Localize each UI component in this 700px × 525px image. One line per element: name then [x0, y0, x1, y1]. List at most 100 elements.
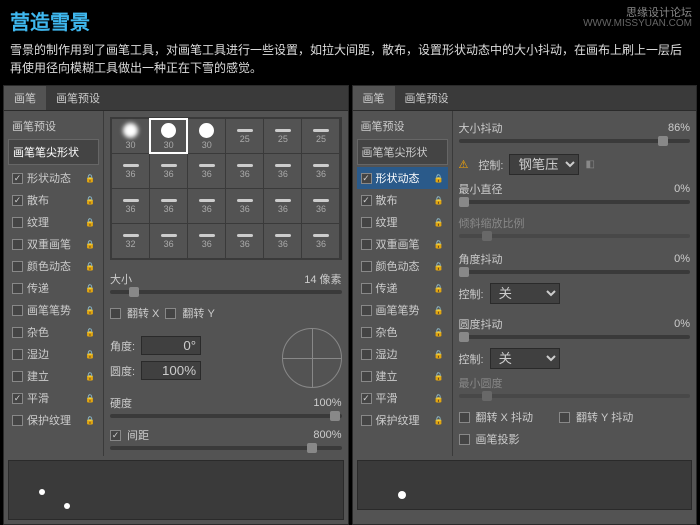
sidebar-pose[interactable]: 画笔笔势	[357, 299, 448, 321]
size-jitter-value[interactable]: 86%	[640, 122, 690, 134]
brush-cell[interactable]: 30	[112, 119, 149, 153]
checkbox-icon[interactable]	[12, 371, 23, 382]
brush-cell[interactable]: 36	[188, 189, 225, 223]
sidebar-shape[interactable]: 形状动态	[8, 167, 99, 189]
sidebar-texture[interactable]: 纹理	[8, 211, 99, 233]
brush-cell[interactable]: 25	[264, 119, 301, 153]
sidebar-shape[interactable]: 形状动态	[357, 167, 448, 189]
brush-cell[interactable]: 36	[150, 224, 187, 258]
angle-jitter-value[interactable]: 0%	[640, 253, 690, 265]
checkbox-icon[interactable]	[12, 393, 23, 404]
checkbox-icon[interactable]	[12, 239, 23, 250]
tab-preset[interactable]: 画笔预设	[46, 86, 110, 110]
control3-select[interactable]: 关	[490, 348, 560, 369]
brush-cell[interactable]: 36	[112, 189, 149, 223]
sidebar-dual[interactable]: 双重画笔	[8, 233, 99, 255]
spacing-value[interactable]: 800%	[292, 429, 342, 441]
roundness-jitter-slider[interactable]	[459, 335, 691, 339]
checkbox-icon[interactable]	[361, 305, 372, 316]
brush-cell[interactable]: 36	[302, 154, 339, 188]
checkbox-icon[interactable]	[361, 393, 372, 404]
hardness-slider[interactable]	[110, 414, 342, 418]
checkbox-icon[interactable]	[361, 283, 372, 294]
brush-cell[interactable]: 36	[226, 154, 263, 188]
brush-cell[interactable]: 36	[188, 224, 225, 258]
checkbox-icon[interactable]	[12, 261, 23, 272]
min-diameter-slider[interactable]	[459, 200, 691, 204]
min-roundness-slider[interactable]	[459, 394, 691, 398]
sidebar-color[interactable]: 颜色动态	[8, 255, 99, 277]
checkbox-icon[interactable]	[361, 217, 372, 228]
checkbox-icon[interactable]	[361, 349, 372, 360]
brush-cell[interactable]: 36	[264, 154, 301, 188]
checkbox-icon[interactable]	[361, 327, 372, 338]
brush-cell[interactable]: 36	[264, 224, 301, 258]
checkbox-icon[interactable]	[12, 195, 23, 206]
sidebar-protect[interactable]: 保护纹理	[8, 409, 99, 431]
sidebar-preset[interactable]: 画笔预设	[357, 115, 448, 137]
brush-cell[interactable]: 36	[302, 189, 339, 223]
brush-cell[interactable]: 32	[112, 224, 149, 258]
sidebar-texture[interactable]: 纹理	[357, 211, 448, 233]
sidebar-smooth[interactable]: 平滑	[8, 387, 99, 409]
tilt-slider[interactable]	[459, 234, 691, 238]
checkbox-icon[interactable]	[361, 371, 372, 382]
tab-preset[interactable]: 画笔预设	[395, 86, 459, 110]
roundness-jitter-value[interactable]: 0%	[640, 318, 690, 330]
sidebar-preset[interactable]: 画笔预设	[8, 115, 99, 137]
sidebar-transfer[interactable]: 传递	[357, 277, 448, 299]
size-value[interactable]: 14 像素	[292, 271, 342, 287]
control2-select[interactable]: 关	[490, 283, 560, 304]
angle-widget[interactable]	[282, 328, 342, 388]
sidebar-build[interactable]: 建立	[357, 365, 448, 387]
brush-cell[interactable]: 36	[188, 154, 225, 188]
spacing-slider[interactable]	[110, 446, 342, 450]
checkbox-icon[interactable]	[12, 173, 23, 184]
sidebar-misc[interactable]: 杂色	[8, 321, 99, 343]
sidebar-dual[interactable]: 双重画笔	[357, 233, 448, 255]
size-slider[interactable]	[110, 290, 342, 294]
checkbox-icon[interactable]	[12, 327, 23, 338]
checkbox-icon[interactable]	[12, 349, 23, 360]
sidebar-tip[interactable]: 画笔笔尖形状	[8, 139, 99, 165]
brush-cell[interactable]: 36	[302, 224, 339, 258]
brush-cell[interactable]: 36	[150, 154, 187, 188]
size-jitter-slider[interactable]	[459, 139, 691, 143]
sidebar-color[interactable]: 颜色动态	[357, 255, 448, 277]
checkbox-icon[interactable]	[361, 239, 372, 250]
brush-cell[interactable]: 36	[226, 224, 263, 258]
checkbox-icon[interactable]	[361, 261, 372, 272]
checkbox-icon[interactable]	[12, 415, 23, 426]
control-select[interactable]: 钢笔压力	[509, 154, 579, 175]
flipx-jitter-checkbox[interactable]	[459, 412, 470, 423]
checkbox-icon[interactable]	[361, 173, 372, 184]
roundness-input[interactable]	[141, 361, 201, 380]
brush-projection-checkbox[interactable]	[459, 434, 470, 445]
sidebar-pose[interactable]: 画笔笔势	[8, 299, 99, 321]
checkbox-icon[interactable]	[12, 283, 23, 294]
sidebar-build[interactable]: 建立	[8, 365, 99, 387]
checkbox-icon[interactable]	[361, 195, 372, 206]
sidebar-wet[interactable]: 湿边	[8, 343, 99, 365]
brush-cell[interactable]: 36	[264, 189, 301, 223]
flipy-checkbox[interactable]	[165, 308, 176, 319]
sidebar-misc[interactable]: 杂色	[357, 321, 448, 343]
min-diameter-value[interactable]: 0%	[640, 183, 690, 195]
angle-jitter-slider[interactable]	[459, 270, 691, 274]
sidebar-protect[interactable]: 保护纹理	[357, 409, 448, 431]
link-icon[interactable]: ◧	[585, 159, 597, 171]
checkbox-icon[interactable]	[12, 217, 23, 228]
brush-cell[interactable]: 36	[112, 154, 149, 188]
flipx-checkbox[interactable]	[110, 308, 121, 319]
sidebar-wet[interactable]: 湿边	[357, 343, 448, 365]
sidebar-scatter[interactable]: 散布	[8, 189, 99, 211]
sidebar-tip[interactable]: 画笔笔尖形状	[357, 139, 448, 165]
tab-brush[interactable]: 画笔	[4, 86, 46, 110]
sidebar-smooth[interactable]: 平滑	[357, 387, 448, 409]
checkbox-icon[interactable]	[12, 305, 23, 316]
tab-brush[interactable]: 画笔	[353, 86, 395, 110]
brush-cell[interactable]: 25	[302, 119, 339, 153]
brush-cell[interactable]: 30	[150, 119, 187, 153]
sidebar-transfer[interactable]: 传递	[8, 277, 99, 299]
flipy-jitter-checkbox[interactable]	[559, 412, 570, 423]
